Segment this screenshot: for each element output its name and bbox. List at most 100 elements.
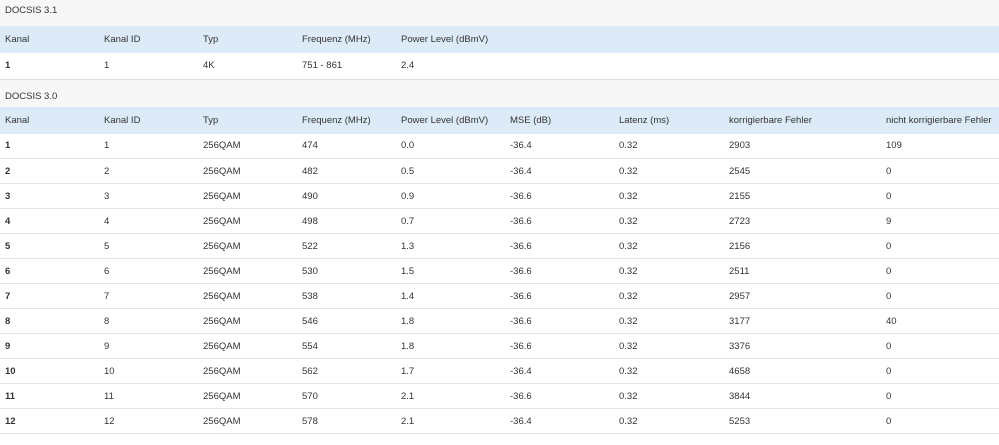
table-cell: 6 — [104, 265, 110, 277]
column-header: Latenz (ms) — [619, 114, 670, 126]
table-cell: -36.6 — [510, 190, 532, 202]
table-cell: -36.6 — [510, 240, 532, 252]
table-cell: 0.32 — [619, 340, 638, 352]
table-cell: 2 — [5, 165, 11, 177]
table-cell: 7 — [104, 290, 110, 302]
table-row: 11 11 256QAM 570 2.1 -36.6 0.32 3844 0 — [0, 384, 999, 409]
table-cell: 538 — [302, 290, 318, 302]
table-cell: 490 — [302, 190, 318, 202]
column-header: Power Level (dBmV) — [401, 34, 489, 45]
column-header: nicht korrigierbare Fehler — [886, 114, 992, 126]
table-cell: 256QAM — [203, 365, 241, 377]
table-cell: -36.6 — [510, 340, 532, 352]
column-header: Kanal — [5, 114, 30, 126]
table-cell: 0.32 — [619, 390, 638, 402]
table-cell: 1 — [5, 140, 11, 152]
table-cell: 3376 — [729, 340, 751, 352]
table-cell: 1 — [5, 60, 11, 72]
table-row: 10 10 256QAM 562 1.7 -36.4 0.32 4658 0 — [0, 359, 999, 384]
table-cell: 0.32 — [619, 240, 638, 252]
table-cell: 0.32 — [619, 215, 638, 227]
table-cell: 4K — [203, 60, 215, 72]
table-cell: 546 — [302, 315, 318, 327]
table-cell: 10 — [5, 365, 16, 377]
table-cell: 8 — [104, 315, 110, 327]
table-cell: 3844 — [729, 390, 751, 402]
table-cell: 9 — [886, 215, 892, 227]
table-cell: 2903 — [729, 140, 751, 152]
column-header: Typ — [203, 34, 219, 45]
table-row: 1 1 256QAM 474 0.0 -36.4 0.32 2903 109 — [0, 134, 999, 159]
column-header: korrigierbare Fehler — [729, 114, 812, 126]
docsis31-table: Kanal Kanal ID Typ Frequenz (MHz) Power Leve… — [0, 26, 999, 80]
table-cell: 256QAM — [203, 215, 241, 227]
table-cell: -36.6 — [510, 315, 532, 327]
table-cell: 1.8 — [401, 340, 415, 352]
table-row: 12 12 256QAM 578 2.1 -36.4 0.32 5253 0 — [0, 409, 999, 434]
table-row: 5 5 256QAM 522 1.3 -36.6 0.32 2156 0 — [0, 234, 999, 259]
table-cell: -36.4 — [510, 415, 532, 427]
table-cell: 9 — [104, 340, 110, 352]
column-header: Kanal ID — [104, 34, 141, 45]
table-cell: 0 — [886, 365, 892, 377]
table-cell: -36.6 — [510, 215, 532, 227]
table-cell: -36.6 — [510, 265, 532, 277]
table-cell: 3 — [5, 190, 11, 202]
table-cell: 0.32 — [619, 265, 638, 277]
table-cell: 6 — [5, 265, 11, 277]
table-cell: 2511 — [729, 265, 750, 277]
table-cell: 7 — [5, 290, 11, 302]
table-cell: 2545 — [729, 165, 751, 177]
table-cell: 570 — [302, 390, 318, 402]
table-cell: 256QAM — [203, 415, 241, 427]
table-cell: -36.4 — [510, 140, 532, 152]
table-cell: -36.6 — [510, 390, 532, 402]
table-row: 9 9 256QAM 554 1.8 -36.6 0.32 3376 0 — [0, 334, 999, 359]
docsis30-section: DOCSIS 3.0 Kanal Kanal ID Typ Frequenz (MHz… — [0, 79, 999, 435]
table-cell: 2957 — [729, 290, 751, 302]
table-cell: 0.9 — [401, 190, 415, 202]
table-cell: 256QAM — [203, 390, 241, 402]
docsis31-title: DOCSIS 3.1 — [0, 0, 999, 26]
table-cell: 256QAM — [203, 190, 241, 202]
table-cell: 530 — [302, 265, 318, 277]
table-cell: 498 — [302, 215, 318, 227]
table-cell: 1.3 — [401, 240, 415, 252]
table-cell: 109 — [886, 140, 902, 152]
table-row: 2 2 256QAM 482 0.5 -36.4 0.32 2545 0 — [0, 159, 999, 184]
table-cell: 0.5 — [401, 165, 415, 177]
table-cell: 0 — [886, 415, 892, 427]
table-cell: 2.4 — [401, 60, 415, 72]
column-header: Power Level (dBmV) — [401, 114, 489, 126]
table-cell: 0.32 — [619, 365, 638, 377]
table-cell: 1 — [104, 140, 110, 152]
docsis30-table: Kanal Kanal ID Typ Frequenz (MHz) Power Leve… — [0, 106, 999, 435]
column-header: Kanal — [5, 34, 30, 45]
docsis30-title: DOCSIS 3.0 — [0, 79, 999, 107]
table-cell: 0 — [886, 340, 892, 352]
table-cell: 474 — [302, 140, 318, 152]
table-cell: 554 — [302, 340, 318, 352]
table-cell: 0 — [886, 265, 892, 277]
table-cell: 256QAM — [203, 340, 241, 352]
table-cell: 751 - 861 — [302, 60, 343, 72]
column-header: Kanal ID — [104, 114, 141, 126]
table-cell: 5 — [5, 240, 11, 252]
table-cell: 2155 — [729, 190, 751, 202]
table-row: 4 4 256QAM 498 0.7 -36.6 0.32 2723 9 — [0, 209, 999, 234]
table-cell: 522 — [302, 240, 318, 252]
table-row: 7 7 256QAM 538 1.4 -36.6 0.32 2957 0 — [0, 284, 999, 309]
table-cell: 5253 — [729, 415, 751, 427]
table-cell: 0 — [886, 390, 892, 402]
table-cell: 0 — [886, 190, 892, 202]
table-cell: 256QAM — [203, 165, 241, 177]
table-cell: 256QAM — [203, 140, 241, 152]
table-cell: 0.32 — [619, 415, 638, 427]
table-cell: 578 — [302, 415, 318, 427]
table-cell: 11 — [5, 390, 16, 402]
column-header: MSE (dB) — [510, 114, 552, 126]
table-cell: 12 — [5, 415, 16, 427]
table-cell: 0.32 — [619, 315, 638, 327]
docsis31-header-row: Kanal Kanal ID Typ Frequenz (MHz) Power Leve… — [0, 26, 999, 53]
table-cell: 2.1 — [401, 415, 415, 427]
